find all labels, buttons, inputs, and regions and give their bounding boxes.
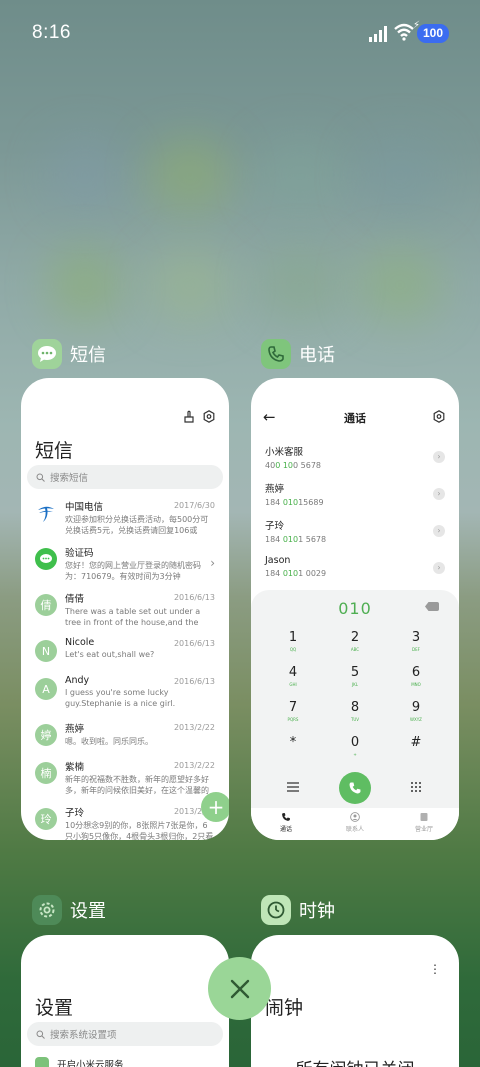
sms-app-name: 短信	[70, 345, 106, 366]
clock-time: 8:16	[32, 22, 71, 43]
chat-bubble-icon	[35, 548, 57, 570]
service-hall-icon	[420, 813, 428, 821]
sms-app-icon	[32, 339, 62, 369]
tab-calls[interactable]: 通话	[256, 812, 316, 833]
sms-search-placeholder: 搜索短信	[50, 473, 89, 484]
list-item[interactable]: A Andy 2016/6/13 I guess you're some luc…	[21, 672, 229, 718]
phone-page-title: 通话	[344, 412, 366, 425]
dial-key-3[interactable]: 3 DEF	[396, 630, 436, 652]
new-message-button[interactable]: +	[201, 792, 229, 822]
dial-key-5[interactable]: 5 JKL	[335, 665, 375, 687]
list-item[interactable]: N Nicole 2016/6/13 Let's eat out,shall w…	[21, 634, 229, 672]
dial-key-1[interactable]: 1 QQ	[273, 630, 313, 652]
clean-icon[interactable]	[183, 410, 195, 423]
cloud-icon	[35, 1057, 49, 1067]
phone-app-header[interactable]: 电话	[261, 338, 335, 370]
sms-message-list: 中国电信 2017/6/30 欢迎参加积分兑换话费活动，每500分可兑换话费5元…	[21, 496, 229, 840]
bottom-tab-bar: 通话 联系人 营业厅	[251, 808, 459, 840]
list-item[interactable]: 婷 燕婷 2013/2/22 嗯。收到啦。同乐同乐。	[21, 718, 229, 756]
avatar: 楠	[35, 762, 57, 784]
alarm-page-title: 闹钟	[265, 997, 304, 1019]
list-item[interactable]: 中国电信 2017/6/30 欢迎参加积分兑换话费活动，每500分可兑换话费5元…	[21, 496, 229, 542]
phone-app-card[interactable]: ← 通话 小米客服 400 100 5678 › 燕婷 184 01015689…	[251, 378, 459, 840]
wifi-icon	[394, 23, 414, 41]
dial-key-0[interactable]: 0 +	[335, 735, 375, 757]
settings-app-header[interactable]: 设置	[32, 894, 106, 926]
sms-app-card[interactable]: 短信 搜索短信 中国电信 2017/6/30 欢迎参加积分兑换话费活动，每500…	[21, 378, 229, 840]
avatar: 婷	[35, 724, 57, 746]
menu-icon[interactable]	[287, 782, 299, 792]
call-button[interactable]	[339, 772, 371, 804]
close-icon	[230, 979, 249, 998]
list-item[interactable]: 倩 倩倩 2016/6/13 There was a table set out…	[21, 588, 229, 634]
gear-icon[interactable]	[433, 410, 445, 423]
contact-row[interactable]: 燕婷 184 01015689 ›	[265, 481, 445, 511]
clock-app-name: 时钟	[299, 901, 335, 922]
china-telecom-logo-icon	[35, 502, 57, 524]
phone-app-icon	[261, 339, 291, 369]
settings-app-card[interactable]: 设置 搜索系统设置项 开启小米云服务	[21, 935, 229, 1067]
phone-icon	[282, 813, 290, 821]
list-item[interactable]: 验证码 您好！您的网上营业厅登录的随机密码为：710679。有效时间为3分钟 ›	[21, 542, 229, 588]
dialpad: 010 1 QQ 2 ABC 3 DEF 4 GHI 5 JKL 6 MNO 7 PQRS 8…	[251, 590, 459, 808]
dial-key-4[interactable]: 4 GHI	[273, 665, 313, 687]
dial-key-2[interactable]: 2 ABC	[335, 630, 375, 652]
dial-key-star[interactable]: *	[273, 735, 313, 757]
contact-icon	[350, 812, 360, 822]
clock-app-icon	[261, 895, 291, 925]
plus-icon: +	[207, 795, 225, 819]
settings-app-name: 设置	[70, 901, 106, 922]
settings-app-icon	[32, 895, 62, 925]
more-options-icon[interactable]: ⋮	[429, 963, 441, 975]
dial-key-6[interactable]: 6 MNO	[396, 665, 436, 687]
avatar: A	[35, 678, 57, 700]
clock-app-header[interactable]: 时钟	[261, 894, 335, 926]
sms-toolbar	[183, 410, 215, 423]
status-bar: 8:16 ⚡ 100	[0, 0, 480, 66]
contact-row[interactable]: 子玲 184 0101 5678 ›	[265, 518, 445, 548]
search-icon	[36, 1030, 45, 1039]
avatar: N	[35, 640, 57, 662]
sms-page-title: 短信	[35, 440, 74, 462]
list-item[interactable]: 楠 紫楠 2013/2/22 新年的祝福数不胜数，新年的愿望好多好多，新年的问候…	[21, 756, 229, 802]
sms-app-header[interactable]: 短信	[32, 338, 106, 370]
gear-icon[interactable]	[203, 410, 215, 423]
clear-all-button[interactable]	[208, 957, 271, 1020]
chevron-right-icon: ›	[210, 556, 215, 570]
chevron-right-icon[interactable]: ›	[433, 562, 445, 574]
search-icon	[36, 473, 45, 482]
clock-app-card[interactable]: ⋮ 闹钟 所有闹钟已关闭	[251, 935, 459, 1067]
dial-key-hash[interactable]: #	[396, 735, 436, 757]
chevron-right-icon[interactable]: ›	[433, 488, 445, 500]
settings-page-title: 设置	[35, 997, 74, 1019]
dial-key-7[interactable]: 7 PQRS	[273, 700, 313, 722]
contact-row[interactable]: 小米客服 400 100 5678 ›	[265, 444, 445, 474]
phone-app-name: 电话	[299, 345, 335, 366]
alarm-empty-text: 所有闹钟已关闭	[251, 1055, 459, 1067]
battery-indicator: 100	[417, 24, 449, 43]
chevron-right-icon[interactable]: ›	[433, 525, 445, 537]
phone-icon	[349, 782, 361, 794]
avatar: 倩	[35, 594, 57, 616]
dial-key-9[interactable]: 9 WXYZ	[396, 700, 436, 722]
keypad-icon[interactable]	[410, 781, 422, 793]
dial-key-8[interactable]: 8 TUV	[335, 700, 375, 722]
contact-row[interactable]: Jason 184 0101 0029 ›	[265, 555, 445, 585]
tab-contacts[interactable]: 联系人	[325, 812, 385, 833]
tab-service-hall[interactable]: 营业厅	[394, 812, 454, 833]
settings-search-input[interactable]: 搜索系统设置项	[27, 1022, 223, 1046]
avatar: 玲	[35, 808, 57, 830]
list-item[interactable]: 玲 子玲 2013/2/22 10分想念9别的你，8张照片7张是你，6只小狗5只…	[21, 802, 229, 840]
settings-item-cloud[interactable]: 开启小米云服务	[35, 1057, 124, 1067]
signal-icon	[369, 26, 387, 42]
sms-search-input[interactable]: 搜索短信	[27, 465, 223, 489]
chevron-right-icon[interactable]: ›	[433, 451, 445, 463]
